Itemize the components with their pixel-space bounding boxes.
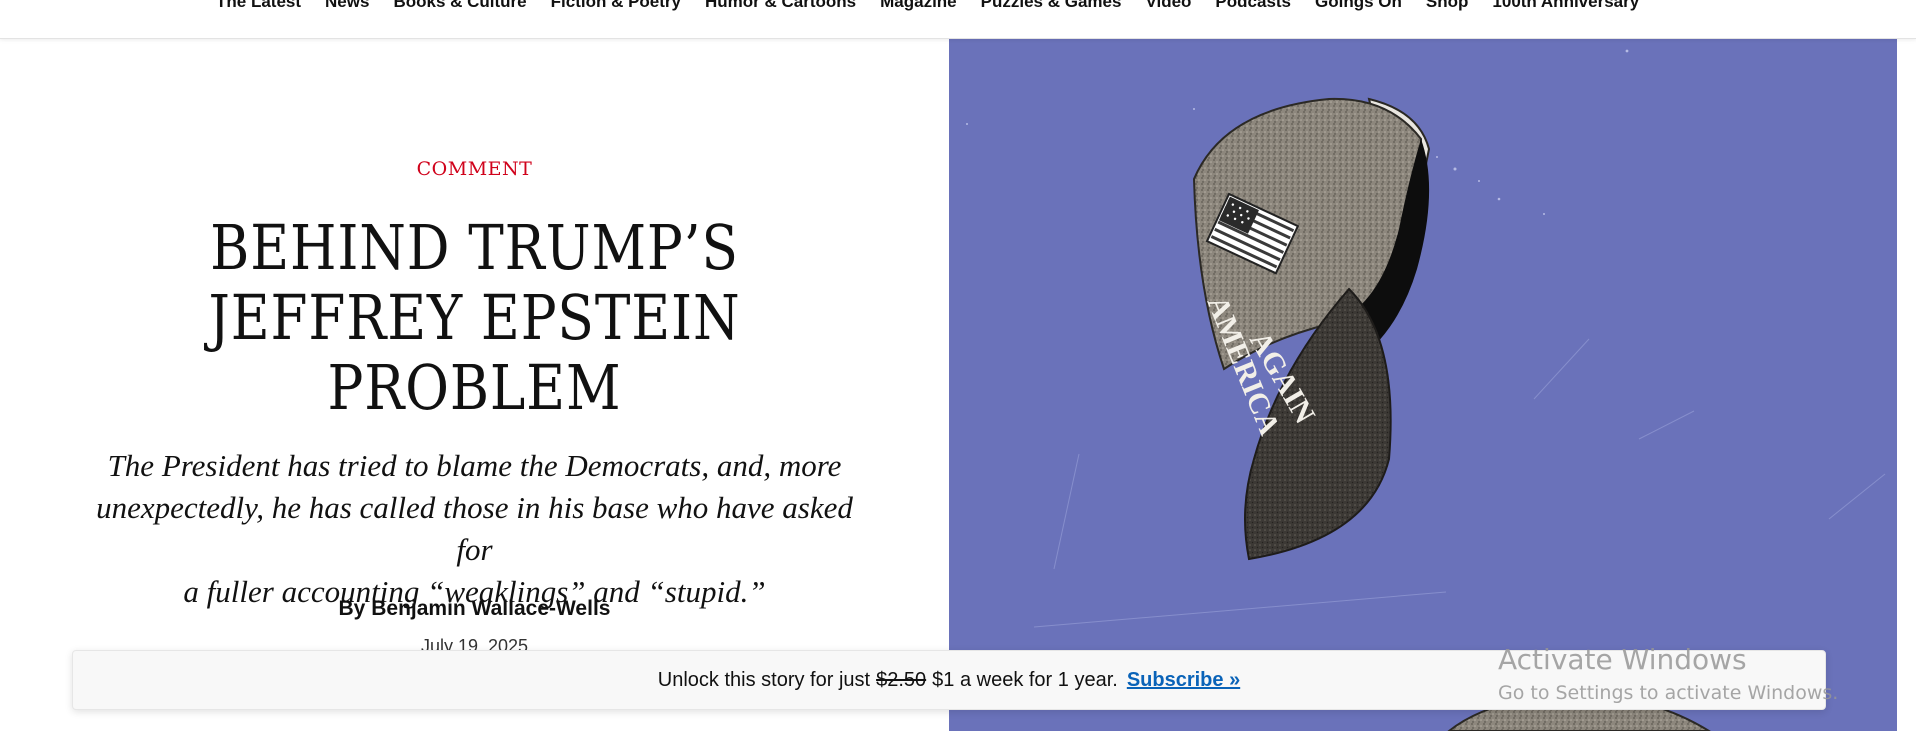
paywall-old-price: $2.50 xyxy=(876,668,927,691)
article-headline: BEHIND TRUMP’S JEFFREY EPSTEIN PROBLEM xyxy=(195,213,753,423)
subscribe-link[interactable]: Subscribe » xyxy=(1127,669,1240,692)
nav-item-magazine[interactable]: Magazine xyxy=(868,0,969,13)
paywall-banner: Unlock this story for just $2.50 $1 a we… xyxy=(72,650,1826,710)
nav-item-books-culture[interactable]: Books & Culture xyxy=(381,0,538,13)
nav-item-100th-anniversary[interactable]: 100th Anniversary xyxy=(1480,0,1651,13)
nav-item-puzzles-games[interactable]: Puzzles & Games xyxy=(969,0,1134,13)
headline-line: BEHIND TRUMP’S xyxy=(210,211,739,284)
article-rubric[interactable]: COMMENT xyxy=(0,158,949,180)
nav-item-humor-cartoons[interactable]: Humor & Cartoons xyxy=(693,0,868,13)
nav-item-goings-on[interactable]: Goings On xyxy=(1303,0,1414,13)
paywall-offer-text: $1 a week for 1 year. xyxy=(932,668,1118,691)
baseball-cap-illustration: AMERICA AGAIN xyxy=(966,49,1886,731)
top-navigation: The Latest News Books & Culture Fiction … xyxy=(0,0,1916,39)
article-dek: The President has tried to blame the Dem… xyxy=(90,445,859,613)
author-link[interactable]: Benjamin Wallace-Wells xyxy=(371,597,610,620)
headline-line: PROBLEM xyxy=(327,351,622,424)
article-byline: By Benjamin Wallace-Wells xyxy=(0,597,949,621)
byline-prefix: By xyxy=(338,597,366,620)
nav-item-podcasts[interactable]: Podcasts xyxy=(1203,0,1303,13)
dek-line: unexpectedly, he has called those in his… xyxy=(96,490,853,567)
nav-item-the-latest[interactable]: The Latest xyxy=(216,0,313,13)
nav-item-shop[interactable]: Shop xyxy=(1414,0,1481,13)
nav-item-fiction-poetry[interactable]: Fiction & Poetry xyxy=(539,0,693,13)
nav-item-news[interactable]: News xyxy=(313,0,381,13)
paywall-lead-text: Unlock this story for just xyxy=(657,668,871,691)
hero-illustration: AMERICA AGAIN xyxy=(949,39,1897,731)
dek-line: The President has tried to blame the Dem… xyxy=(107,448,842,483)
nav-list: The Latest News Books & Culture Fiction … xyxy=(216,0,1651,13)
nav-item-video[interactable]: Video xyxy=(1133,0,1203,13)
headline-line: JEFFREY EPSTEIN xyxy=(208,281,741,354)
article-header: COMMENT BEHIND TRUMP’S JEFFREY EPSTEIN P… xyxy=(0,39,949,731)
